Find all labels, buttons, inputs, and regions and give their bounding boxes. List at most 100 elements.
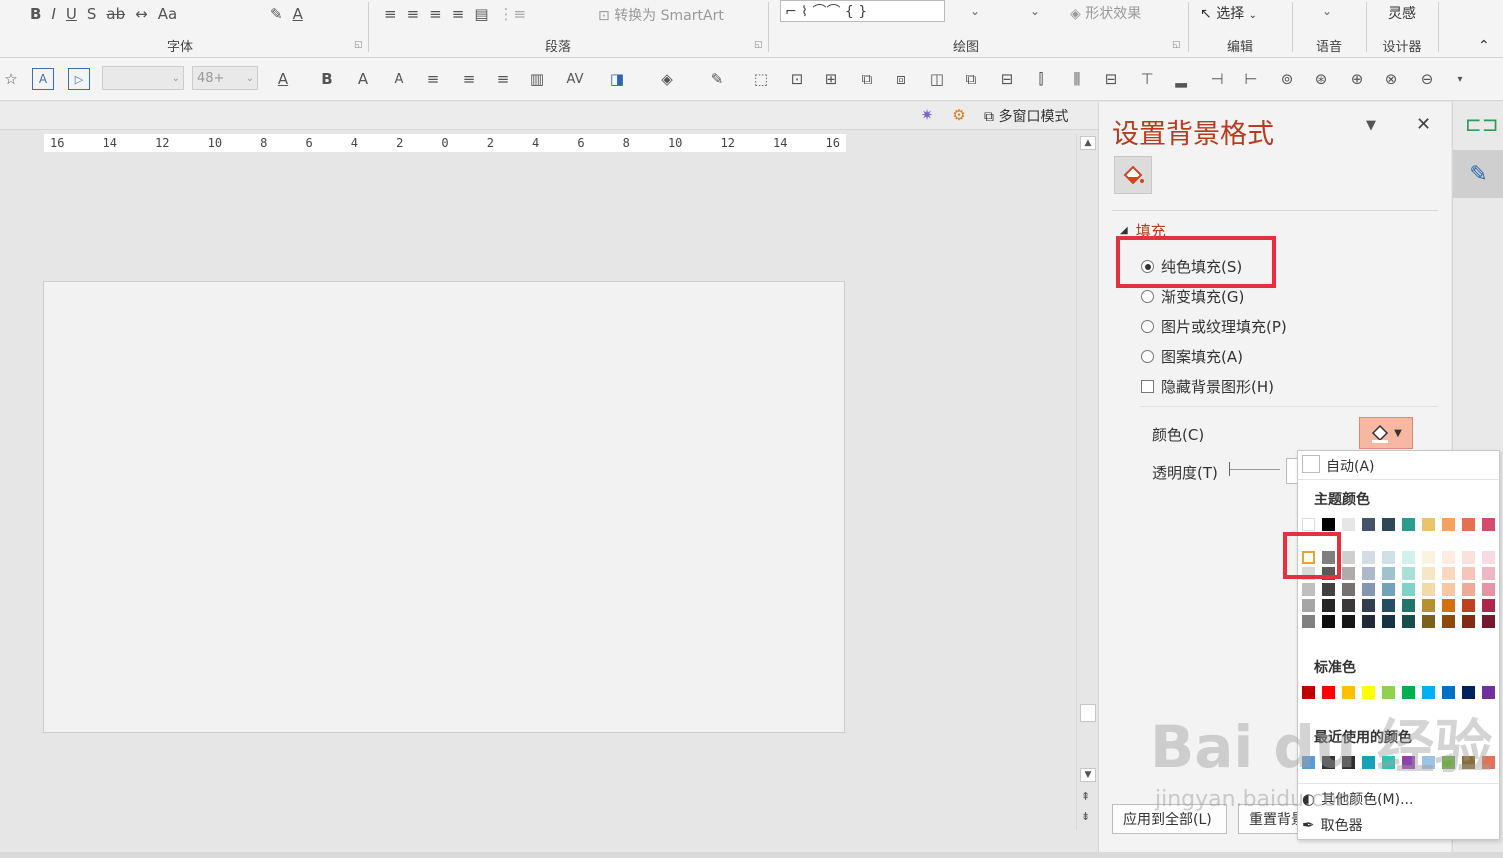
merge-combine-icon[interactable]: ⊛: [1310, 68, 1332, 90]
char-spacing-icon[interactable]: ↔: [135, 5, 148, 23]
star-shape-icon[interactable]: ☆: [2, 68, 20, 90]
text-direction-icon[interactable]: ⋮≡: [499, 5, 527, 23]
gear-icon[interactable]: ⚙: [948, 104, 970, 126]
font-size-select[interactable]: 48+ ⌄: [192, 66, 258, 90]
next-slide-icon[interactable]: ⇟: [1081, 810, 1090, 823]
ruler-tick-label: 6: [305, 136, 313, 150]
hide-background-checkbox[interactable]: [1141, 380, 1154, 393]
design-ideas-rail-icon[interactable]: ⊏⊐: [1465, 112, 1499, 136]
font-color-icon[interactable]: A: [270, 68, 296, 90]
distribute-horizontal-icon[interactable]: ⫼: [1066, 68, 1088, 90]
center-icon[interactable]: ≡: [422, 68, 444, 90]
quick-styles-dropdown-icon[interactable]: ⌄: [1030, 4, 1040, 18]
font-dialog-launcher-icon[interactable]: ◱: [354, 40, 363, 50]
change-case-button[interactable]: Aa: [158, 5, 177, 23]
picture-fill-radio[interactable]: [1141, 320, 1154, 333]
shape-effects-button[interactable]: ◈ 形状效果: [1070, 3, 1141, 23]
color-picker-button[interactable]: ▼: [1359, 417, 1413, 449]
slide-canvas[interactable]: [43, 281, 845, 733]
vertical-scrollbar[interactable]: ▲ ▼ ⇞ ⇟: [1076, 134, 1098, 830]
ungroup-icon[interactable]: ⧈: [890, 68, 912, 90]
highlight-color-icon[interactable]: ✎: [270, 5, 283, 23]
justify-icon[interactable]: ≡: [452, 5, 465, 23]
bold-button[interactable]: B: [318, 68, 336, 90]
shape-fill-icon[interactable]: ◈: [654, 68, 680, 90]
eyedropper-icon: ✒: [1302, 816, 1315, 834]
underline-icon[interactable]: U: [66, 5, 77, 23]
pane-options-dropdown-icon[interactable]: ▼: [1366, 118, 1376, 133]
vertical-text-box-icon[interactable]: ▷: [68, 68, 90, 90]
align-right-icon[interactable]: ≡: [429, 5, 442, 23]
distribute-vertical-icon[interactable]: ⊟: [1100, 68, 1122, 90]
transparency-label: 透明度(T): [1152, 464, 1218, 482]
font-name-select[interactable]: ⌄: [102, 66, 184, 90]
horizontal-ruler[interactable]: 16 14 12 10 8 6 4 2 0 2 4 6 8 10 12 14 16: [44, 134, 846, 152]
align-left-icon[interactable]: ≡: [384, 5, 397, 23]
convert-smartart-button[interactable]: ⊡ 转换为 SmartArt: [598, 5, 724, 25]
scroll-up-icon[interactable]: ▲: [1080, 136, 1096, 150]
select-button[interactable]: ↖ 选择 ⌄: [1200, 3, 1257, 23]
shadow-text-icon[interactable]: S: [87, 5, 97, 23]
font-color-icon[interactable]: A: [293, 5, 303, 23]
arrange-dropdown-icon[interactable]: ⌄: [970, 4, 980, 18]
multi-window-button[interactable]: ⧉ 多窗口模式: [984, 106, 1068, 126]
ruler-tick-label: 0: [441, 136, 449, 150]
pattern-fill-radio[interactable]: [1141, 350, 1154, 363]
char-spacing-icon[interactable]: AV: [560, 68, 590, 90]
gradient-fill-option[interactable]: 渐变填充(G): [1141, 286, 1244, 307]
shape-icon[interactable]: ◨: [604, 68, 630, 90]
align-center-vertical-icon[interactable]: ⫿: [1030, 68, 1052, 90]
hide-background-option[interactable]: 隐藏背景图形(H): [1141, 376, 1274, 397]
group-icon[interactable]: ⊞: [820, 68, 842, 90]
bold-icon[interactable]: B: [30, 5, 41, 23]
scroll-down-icon[interactable]: ▼: [1080, 768, 1096, 782]
shrink-font-button[interactable]: A: [388, 68, 410, 90]
dictate-dropdown-icon[interactable]: ⌄: [1322, 4, 1332, 18]
picture-fill-option[interactable]: 图片或纹理填充(P): [1141, 316, 1287, 337]
font-group-label: 字体: [166, 40, 193, 55]
gradient-fill-radio[interactable]: [1141, 290, 1154, 303]
window-icon: ⧉: [984, 109, 994, 125]
align-center-icon[interactable]: ≡: [407, 5, 420, 23]
align-top-icon[interactable]: ⊤: [1136, 68, 1158, 90]
format-pane-rail-icon[interactable]: ✎: [1453, 150, 1503, 198]
pattern-fill-option[interactable]: 图案填充(A): [1141, 346, 1243, 367]
merge-intersect-icon[interactable]: ⊗: [1380, 68, 1402, 90]
grow-font-button[interactable]: A: [352, 68, 374, 90]
ruler-tick-label: 6: [577, 136, 585, 150]
text-box-icon[interactable]: A: [32, 68, 54, 90]
align-left-shape-icon[interactable]: ⊢: [1240, 68, 1262, 90]
align-left-icon[interactable]: ≡: [492, 68, 514, 90]
merge-fragment-icon[interactable]: ⊕: [1346, 68, 1368, 90]
paragraph-dialog-launcher-icon[interactable]: ◱: [754, 40, 763, 50]
previous-slide-icon[interactable]: ⇞: [1081, 790, 1090, 803]
columns-icon[interactable]: ▤: [474, 5, 488, 23]
collapse-ribbon-icon[interactable]: ⌃: [1478, 38, 1490, 54]
merge-subtract-icon[interactable]: ⊖: [1416, 68, 1438, 90]
customize-toolbar-icon[interactable]: ▾: [1452, 68, 1468, 90]
scroll-thumb[interactable]: [1080, 704, 1096, 722]
fill-tab-button[interactable]: [1114, 156, 1152, 194]
eyedropper-option[interactable]: ✒ 取色器: [1302, 815, 1363, 835]
justify-icon[interactable]: ≡: [458, 68, 480, 90]
align-right-icon[interactable]: ⊣: [1206, 68, 1228, 90]
close-icon[interactable]: ✕: [1416, 114, 1431, 135]
sparkle-icon[interactable]: ✷: [916, 104, 938, 126]
shape-outline-icon[interactable]: ✎: [704, 68, 730, 90]
bring-forward-icon[interactable]: ⧉: [856, 68, 878, 90]
selection-pane-icon[interactable]: ⧉: [960, 68, 982, 90]
strikethrough-icon[interactable]: ab: [106, 5, 125, 23]
italic-icon[interactable]: I: [51, 5, 55, 23]
transparency-slider[interactable]: [1230, 469, 1280, 470]
group-separator: [1188, 2, 1189, 52]
edit-points-icon[interactable]: ⬚: [750, 68, 772, 90]
design-ideas-button[interactable]: 灵感: [1388, 3, 1416, 23]
shapes-gallery[interactable]: ⌐ ⌇ ⌒⌒ { }: [780, 0, 945, 22]
align-middle-icon[interactable]: ⊟: [996, 68, 1018, 90]
merge-union-icon[interactable]: ⊚: [1276, 68, 1298, 90]
distribute-icon[interactable]: ▥: [526, 68, 548, 90]
align-bottom-icon[interactable]: ▂: [1170, 68, 1192, 90]
drawing-dialog-launcher-icon[interactable]: ◱: [1172, 40, 1181, 50]
crop-icon[interactable]: ⊡: [786, 68, 808, 90]
send-backward-icon[interactable]: ◫: [926, 68, 948, 90]
